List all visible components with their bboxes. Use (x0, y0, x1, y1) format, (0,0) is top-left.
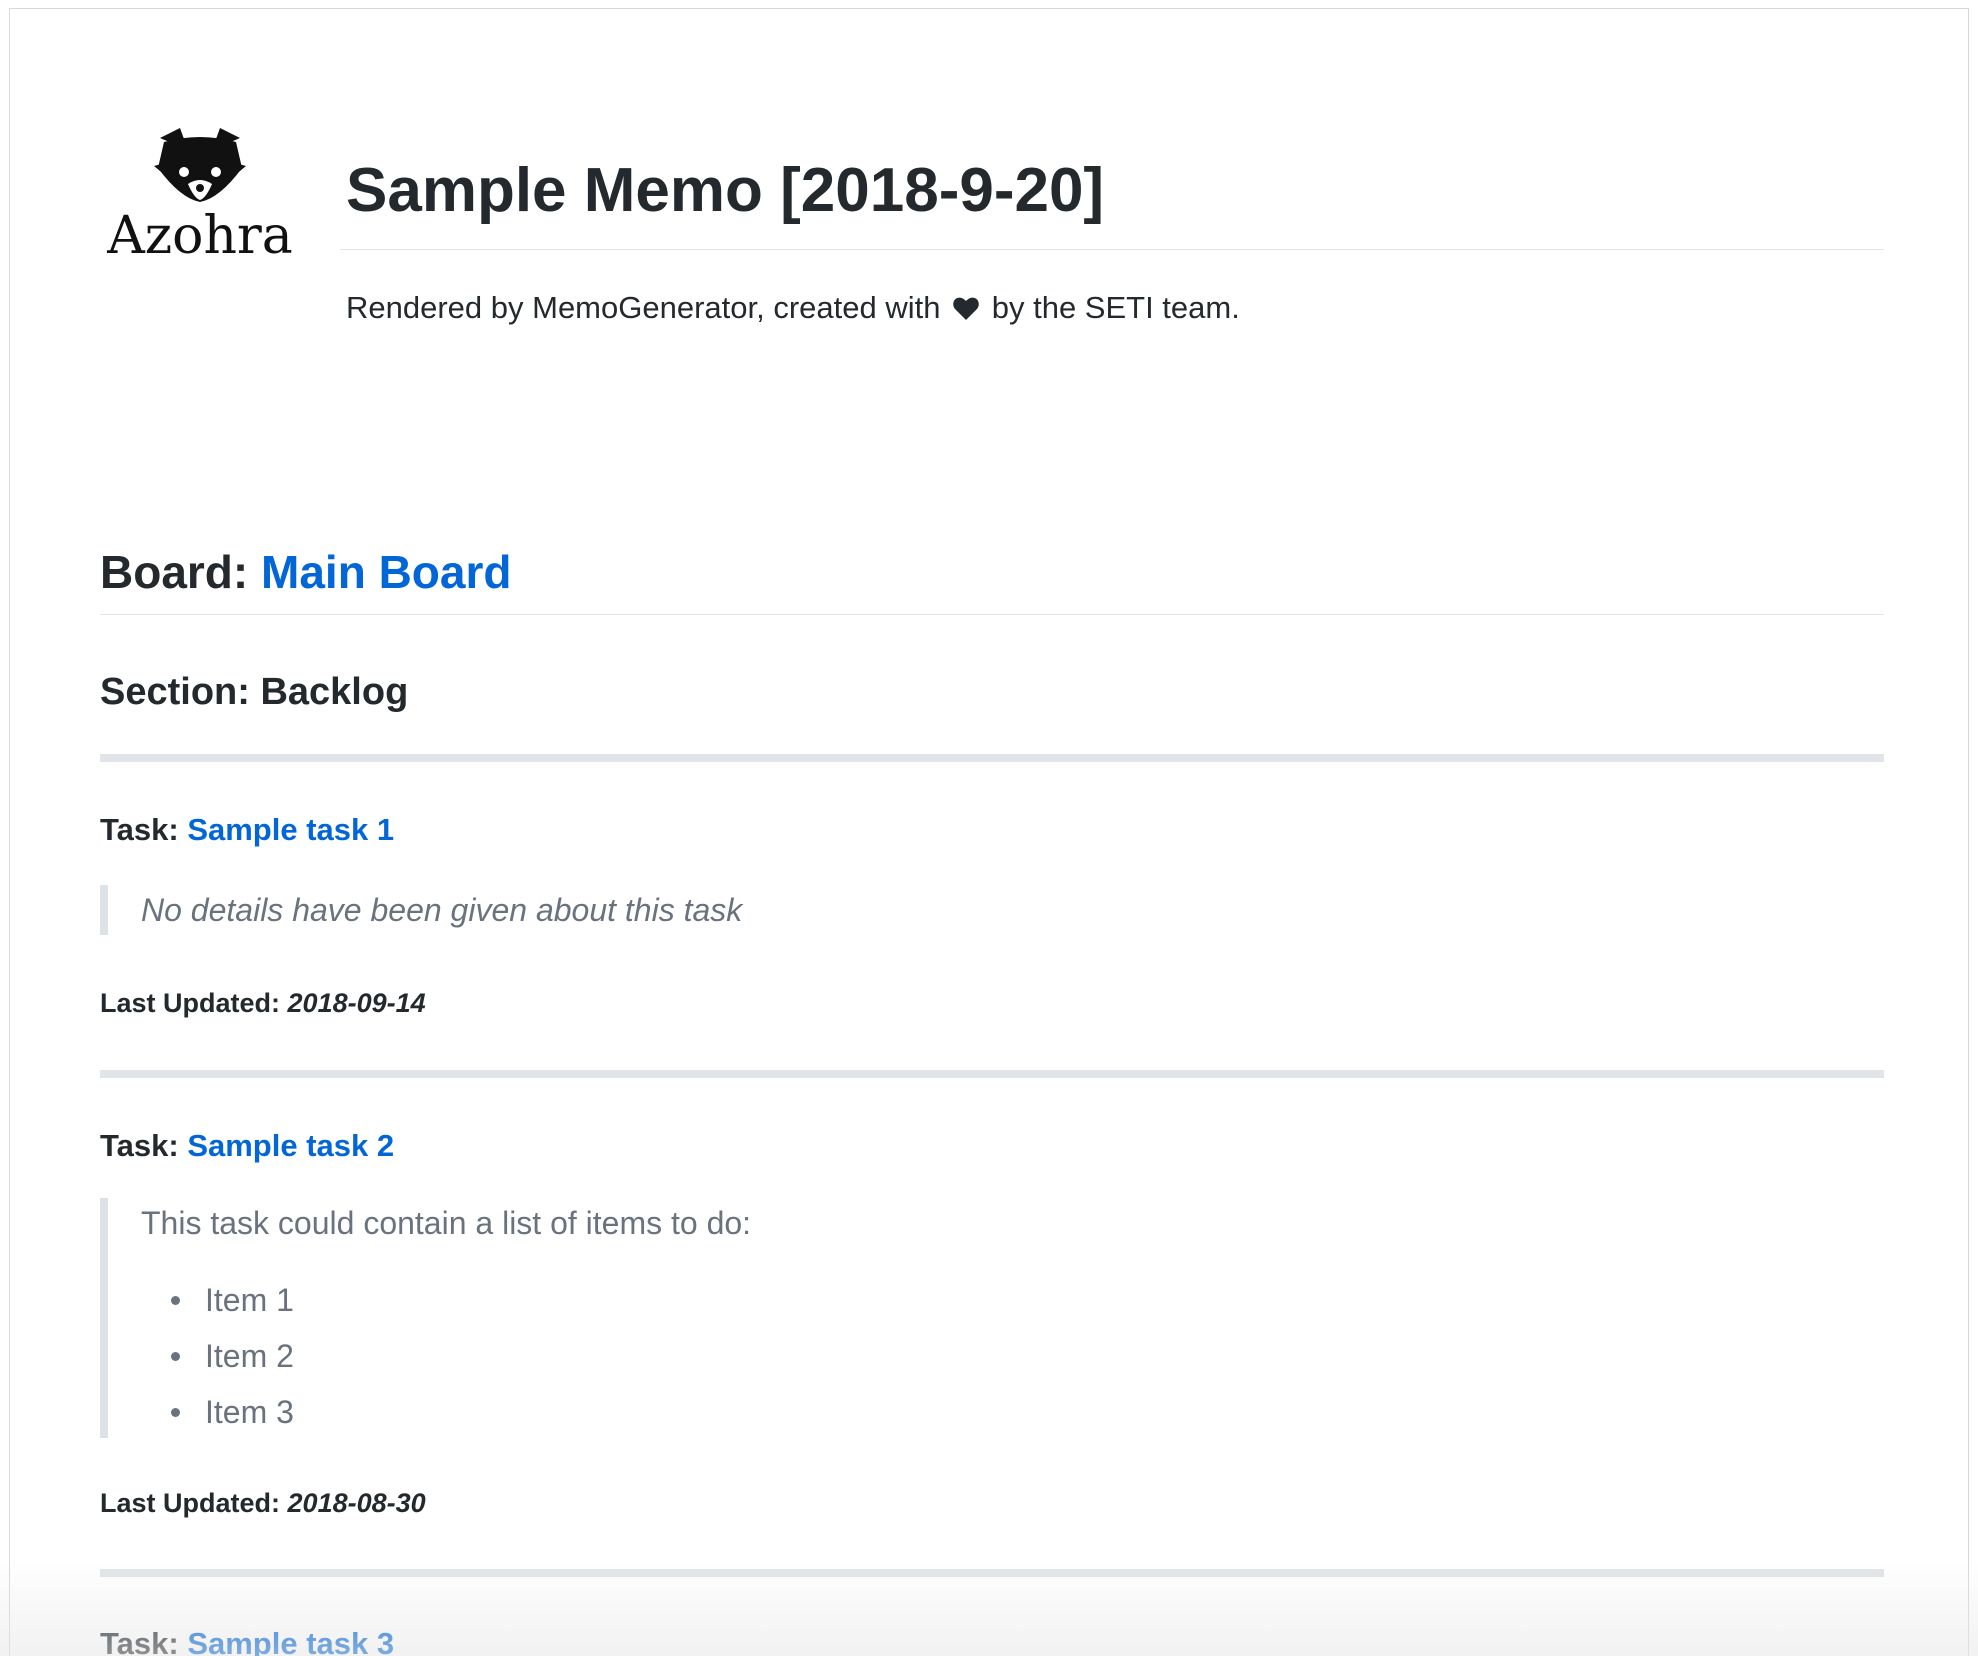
list-item-label: Item 1 (205, 1282, 294, 1318)
task-heading: Task: Sample task 3 (100, 1624, 394, 1656)
task-link[interactable]: Sample task 1 (187, 812, 394, 847)
task-details-text: This task could contain a list of items … (141, 1205, 752, 1241)
title-divider (340, 249, 1884, 250)
task-details: This task could contain a list of items … (100, 1198, 1884, 1438)
bullet-icon (171, 1352, 180, 1361)
bullet-icon (171, 1296, 180, 1305)
section-heading: Section: Backlog (100, 671, 409, 713)
last-updated-label: Last Updated: (100, 988, 281, 1018)
bullet-icon (171, 1408, 180, 1417)
task-divider (100, 1070, 1884, 1078)
subtitle-text-before: Rendered by MemoGenerator, created with (346, 290, 941, 325)
task-item-list: Item 1 Item 2 Item 3 (141, 1272, 294, 1440)
board-divider (100, 614, 1884, 615)
logo-text: Azohra (107, 206, 293, 266)
task-prefix: Task: (100, 1626, 179, 1656)
heart-icon (953, 297, 979, 320)
task-prefix: Task: (100, 1128, 179, 1163)
list-item-label: Item 2 (205, 1338, 294, 1374)
task-divider (100, 1569, 1884, 1577)
last-updated: Last Updated: 2018-08-30 (100, 1485, 426, 1521)
list-item: Item 2 (141, 1328, 294, 1384)
last-updated-date: 2018-08-30 (287, 1488, 426, 1518)
task-details: No details have been given about this ta… (100, 885, 1884, 935)
board-link[interactable]: Main Board (261, 546, 511, 598)
azohra-logo: Azohra (105, 128, 295, 268)
last-updated: Last Updated: 2018-09-14 (100, 985, 426, 1021)
task-link[interactable]: Sample task 3 (187, 1626, 394, 1656)
list-item: Item 1 (141, 1272, 294, 1328)
subtitle-text-after: by the SETI team. (991, 290, 1240, 325)
task-divider (100, 754, 1884, 762)
last-updated-label: Last Updated: (100, 1488, 281, 1518)
last-updated-date: 2018-09-14 (287, 988, 426, 1018)
task-link[interactable]: Sample task 2 (187, 1128, 394, 1163)
list-item-label: Item 3 (205, 1394, 294, 1430)
subtitle: Rendered by MemoGenerator, created with … (346, 288, 1240, 328)
board-prefix: Board: (100, 546, 249, 598)
page-title: Sample Memo [2018-9-20] (346, 156, 1105, 225)
task-details-text: No details have been given about this ta… (141, 892, 743, 928)
list-item: Item 3 (141, 1384, 294, 1440)
board-heading: Board: Main Board (100, 542, 511, 602)
task-heading: Task: Sample task 2 (100, 1126, 394, 1166)
task-heading: Task: Sample task 1 (100, 810, 394, 850)
task-prefix: Task: (100, 812, 179, 847)
raccoon-icon (154, 128, 246, 202)
